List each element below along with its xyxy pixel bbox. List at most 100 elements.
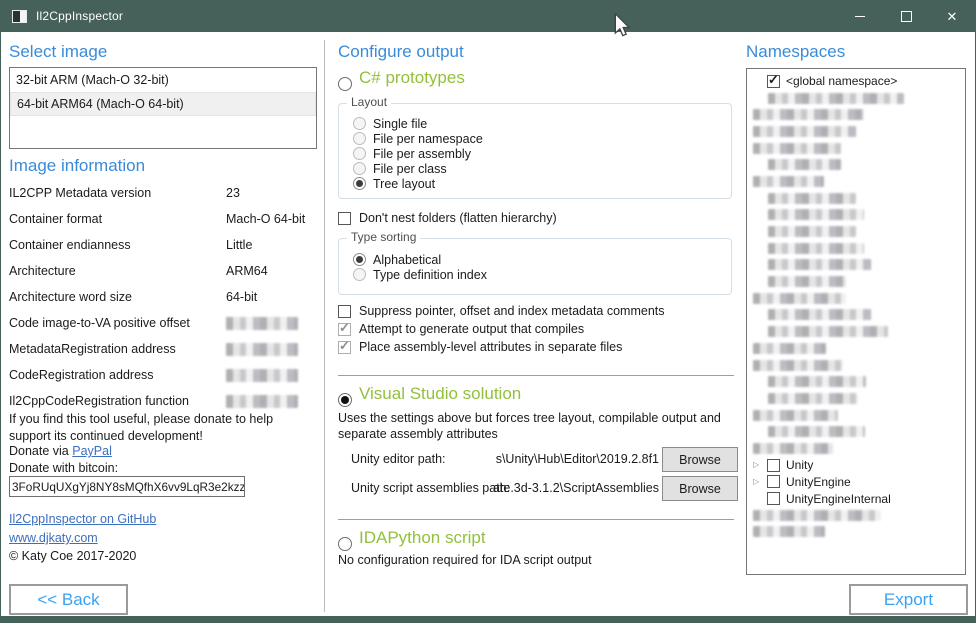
- output-option-checkbox[interactable]: ✓: [338, 341, 351, 354]
- flatten-hierarchy-checkbox[interactable]: [338, 212, 351, 225]
- image-list-item[interactable]: 64-bit ARM64 (Mach-O 64-bit): [10, 92, 316, 116]
- layout-radio[interactable]: [353, 162, 366, 175]
- expand-arrow-icon[interactable]: ▷: [753, 461, 767, 469]
- layout-label: File per namespace: [373, 132, 483, 146]
- namespace-label: UnityEngineInternal: [786, 492, 891, 506]
- visual-studio-label[interactable]: Visual Studio solution: [359, 384, 521, 404]
- type-sorting-radio[interactable]: [353, 268, 366, 281]
- namespace-item-redacted: [747, 223, 965, 240]
- namespaces-listbox[interactable]: ✓<global namespace>▷Unity▷UnityEngineUni…: [746, 68, 966, 575]
- namespace-item[interactable]: ▷Unity: [747, 457, 965, 474]
- output-option-row[interactable]: Suppress pointer, offset and index metad…: [338, 302, 665, 320]
- namespace-item-redacted: [747, 90, 965, 107]
- back-button[interactable]: << Back: [9, 584, 128, 615]
- namespace-item-redacted: [747, 423, 965, 440]
- layout-label: Single file: [373, 117, 427, 131]
- image-info-table: IL2CPP Metadata version23Container forma…: [9, 186, 313, 420]
- type-sorting-option[interactable]: Type definition index: [353, 267, 731, 282]
- flatten-hierarchy-row[interactable]: Don't nest folders (flatten hierarchy): [338, 211, 557, 225]
- idapython-radio[interactable]: [338, 537, 352, 551]
- check-mark-icon: ✓: [339, 338, 350, 354]
- visual-studio-radio[interactable]: [338, 393, 352, 407]
- output-option-checkboxes: Suppress pointer, offset and index metad…: [338, 302, 665, 356]
- layout-option[interactable]: Single file: [353, 116, 731, 131]
- redacted-value: [226, 369, 298, 382]
- layout-option[interactable]: File per class: [353, 161, 731, 176]
- unity-scripts-path-value[interactable]: ate.3d-3.1.2\ScriptAssemblies: [431, 481, 659, 495]
- type-sorting-radio[interactable]: [353, 253, 366, 266]
- image-info-row: Code image-to-VA positive offset: [9, 316, 313, 342]
- maximize-button[interactable]: [883, 0, 929, 32]
- output-option-row[interactable]: ✓ Place assembly-level attributes in sepa…: [338, 338, 665, 356]
- redacted-value: [226, 395, 298, 408]
- layout-radio[interactable]: [353, 132, 366, 145]
- redacted-namespace: [768, 93, 904, 104]
- namespace-label: <global namespace>: [786, 74, 897, 88]
- namespace-label: UnityEngine: [786, 475, 851, 489]
- mouse-cursor: [613, 13, 631, 37]
- image-info-value: ARM64: [226, 264, 268, 290]
- unity-scripts-browse-button[interactable]: Browse: [662, 476, 738, 501]
- type-sorting-option[interactable]: Alphabetical: [353, 252, 731, 267]
- redacted-namespace: [768, 193, 856, 204]
- bitcoin-address-field[interactable]: 3FoRUqUXgYj8NY8sMQfhX6vv9LqR3e2kzz: [9, 476, 245, 497]
- output-option-checkbox[interactable]: [338, 305, 351, 318]
- maximize-icon: [901, 11, 912, 22]
- namespace-checkbox[interactable]: [767, 475, 780, 488]
- window-bottom-border: [1, 616, 975, 623]
- redacted-namespace: [768, 209, 864, 220]
- unity-editor-browse-button[interactable]: Browse: [662, 447, 738, 472]
- image-info-value: Mach-O 64-bit: [226, 212, 305, 238]
- namespace-checkbox[interactable]: [767, 492, 780, 505]
- check-mark-icon: ✓: [768, 72, 779, 88]
- redacted-value: [226, 343, 298, 356]
- redacted-namespace: [753, 176, 824, 187]
- image-info-row: Architecture word size64-bit: [9, 290, 313, 316]
- select-image-header: Select image: [9, 42, 107, 62]
- csharp-prototypes-radio[interactable]: [338, 77, 352, 91]
- namespace-item-redacted: [747, 357, 965, 374]
- layout-radio[interactable]: [353, 147, 366, 160]
- export-button[interactable]: Export: [849, 584, 968, 615]
- namespace-item-redacted: [747, 507, 965, 524]
- redacted-namespace: [768, 159, 841, 170]
- website-link[interactable]: www.djkaty.com: [9, 531, 98, 545]
- visual-studio-description: Uses the settings above but forces tree …: [338, 410, 740, 442]
- type-sorting-groupbox: Type sorting AlphabeticalType definition…: [338, 238, 732, 295]
- redacted-namespace: [768, 426, 865, 437]
- layout-groupbox: Layout Single fileFile per namespaceFile…: [338, 103, 732, 199]
- output-option-checkbox[interactable]: ✓: [338, 323, 351, 336]
- redacted-namespace: [753, 109, 864, 120]
- redacted-namespace: [768, 243, 864, 254]
- image-list-item[interactable]: 32-bit ARM (Mach-O 32-bit): [10, 68, 316, 92]
- layout-radio[interactable]: [353, 117, 366, 130]
- expand-arrow-icon[interactable]: ▷: [753, 478, 767, 486]
- namespace-checkbox[interactable]: [767, 459, 780, 472]
- namespace-checkbox[interactable]: ✓: [767, 75, 780, 88]
- close-icon: ✕: [947, 10, 958, 23]
- redacted-namespace: [753, 126, 856, 137]
- unity-editor-path-value[interactable]: s\Unity\Hub\Editor\2019.2.8f1: [431, 452, 659, 466]
- image-info-value: 64-bit: [226, 290, 257, 316]
- namespace-item[interactable]: ▷ UnityEngine: [747, 474, 965, 491]
- output-option-row[interactable]: ✓Attempt to generate output that compile…: [338, 320, 665, 338]
- paypal-link[interactable]: PayPal: [72, 444, 112, 458]
- namespace-item[interactable]: ✓ <global namespace>: [747, 73, 965, 90]
- namespace-item[interactable]: UnityEngineInternal: [747, 490, 965, 507]
- idapython-label[interactable]: IDAPython script: [359, 528, 486, 548]
- output-option-label: Place assembly-level attributes in separ…: [359, 340, 622, 354]
- layout-label: File per assembly: [373, 147, 471, 161]
- close-button[interactable]: ✕: [929, 0, 975, 32]
- image-info-value: Little: [226, 238, 252, 264]
- minimize-button[interactable]: [837, 0, 883, 32]
- layout-radio[interactable]: [353, 177, 366, 190]
- image-info-row: Container endiannessLittle: [9, 238, 313, 264]
- image-listbox[interactable]: 32-bit ARM (Mach-O 32-bit)64-bit ARM64 (…: [9, 67, 317, 149]
- csharp-prototypes-label[interactable]: C# prototypes: [359, 68, 465, 88]
- minimize-icon: [855, 16, 865, 17]
- layout-option[interactable]: File per assembly: [353, 146, 731, 161]
- layout-option[interactable]: Tree layout: [353, 176, 731, 191]
- app-icon: [12, 10, 27, 23]
- layout-option[interactable]: File per namespace: [353, 131, 731, 146]
- github-link[interactable]: Il2CppInspector on GitHub: [9, 512, 156, 526]
